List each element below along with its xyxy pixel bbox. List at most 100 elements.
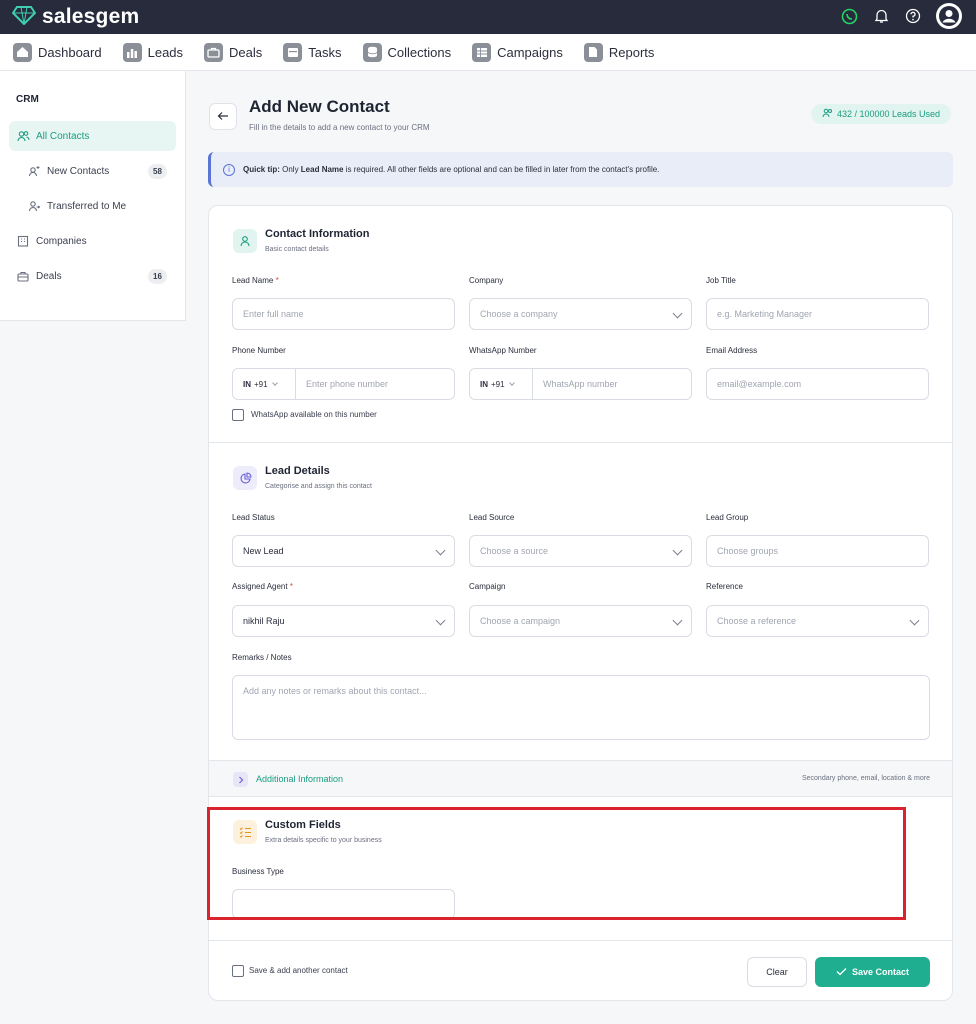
bell-icon[interactable] (872, 7, 890, 25)
sidebar-item-label: Companies (36, 235, 87, 247)
help-icon[interactable] (904, 7, 922, 25)
tip-prefix: Quick tip: (243, 165, 280, 174)
country-code-select[interactable]: IN +91 (470, 369, 533, 399)
nav-dashboard[interactable]: Dashboard (13, 42, 102, 62)
usage-text: 432 / 100000 Leads Used (836, 109, 941, 119)
reference-select[interactable]: Choose a reference (706, 605, 929, 637)
lead-name-input[interactable]: Enter full name (232, 298, 455, 330)
placeholder: Choose a company (480, 309, 558, 319)
placeholder: e.g. Marketing Manager (717, 309, 813, 319)
remarks-label: Remarks / Notes (232, 653, 292, 662)
nav-label: Deals (229, 44, 263, 60)
nav-leads[interactable]: Leads (122, 42, 184, 62)
section-subtitle: Basic contact details (265, 246, 329, 253)
chevron-down-icon (508, 380, 515, 386)
pie-chart-icon (233, 466, 257, 490)
sidebar-item-label: Transferred to Me (47, 200, 127, 212)
chevron-down-icon (435, 615, 446, 626)
nav-label: Reports (608, 44, 655, 60)
nav-label: Dashboard (38, 44, 102, 60)
nav-label: Campaigns (497, 44, 563, 60)
additional-info-toggle[interactable]: Additional Information Secondary phone, … (209, 760, 952, 797)
lead-name-label: Lead Name * (232, 276, 279, 285)
campaign-label: Campaign (469, 582, 506, 591)
sidebar-item-deals[interactable]: Deals 16 (9, 261, 176, 291)
whatsapp-input[interactable]: IN +91 WhatsApp number (469, 368, 692, 400)
save-another-label: Save & add another contact (249, 966, 348, 975)
whatsapp-icon[interactable] (840, 7, 858, 25)
sidebar-item-transferred[interactable]: Transferred to Me (9, 191, 176, 221)
leads-usage-badge: 432 / 100000 Leads Used (811, 104, 951, 124)
chevron-down-icon (672, 615, 683, 626)
selected-value: nikhil Raju (243, 616, 285, 626)
selected-value: New Lead (243, 546, 284, 556)
contact-person-icon (233, 229, 257, 253)
placeholder: email@example.com (717, 379, 802, 389)
section-subtitle: Categorise and assign this contact (265, 483, 373, 490)
sidebar-title: CRM (16, 94, 39, 105)
save-another-checkbox[interactable] (232, 965, 244, 977)
campaign-select[interactable]: Choose a campaign (469, 605, 692, 637)
briefcase-icon (16, 269, 30, 283)
top-bar: salesgem (0, 0, 976, 34)
user-avatar-icon[interactable] (936, 3, 962, 29)
country-code-select[interactable]: IN +91 (233, 369, 296, 399)
chevron-down-icon (909, 615, 920, 626)
brand-logo[interactable]: salesgem (11, 4, 140, 30)
nav-reports[interactable]: Reports (583, 42, 655, 62)
contact-form-card: Contact Information Basic contact detail… (208, 205, 953, 1001)
clear-button[interactable]: Clear (747, 957, 807, 987)
check-icon (836, 967, 847, 978)
chevron-down-icon (271, 380, 278, 386)
job-title-label: Job Title (706, 276, 736, 285)
placeholder: Choose a source (480, 546, 549, 556)
remarks-textarea[interactable]: Add any notes or remarks about this cont… (232, 675, 930, 740)
company-select[interactable]: Choose a company (469, 298, 692, 330)
reference-label: Reference (706, 582, 743, 591)
sidebar-item-new-contacts[interactable]: New Contacts 58 (9, 156, 176, 186)
brand-name: salesgem (42, 5, 140, 28)
phone-input[interactable]: IN +91 Enter phone number (232, 368, 455, 400)
chevron-right-icon (233, 772, 248, 787)
section-title: Custom Fields (265, 819, 341, 831)
nav-collections[interactable]: Collections (362, 42, 451, 62)
additional-info-hint: Secondary phone, email, location & more (801, 775, 930, 782)
chevron-down-icon (672, 308, 683, 319)
database-icon (362, 42, 382, 62)
gem-icon (11, 5, 37, 30)
save-contact-button[interactable]: Save Contact (815, 957, 930, 987)
business-type-input[interactable] (232, 889, 455, 919)
assigned-agent-label: Assigned Agent * (232, 582, 293, 591)
briefcase-icon (204, 42, 224, 62)
sidebar-item-companies[interactable]: Companies (9, 226, 176, 256)
nav-label: Leads (147, 44, 184, 60)
nav-tasks[interactable]: Tasks (283, 42, 342, 62)
sidebar-item-label: All Contacts (36, 130, 90, 142)
job-title-input[interactable]: e.g. Marketing Manager (706, 298, 929, 330)
placeholder: Enter phone number (306, 379, 389, 389)
lead-status-select[interactable]: New Lead (232, 535, 455, 567)
nav-deals[interactable]: Deals (204, 42, 263, 62)
building-icon (16, 234, 30, 248)
section-subtitle: Extra details specific to your business (265, 837, 382, 844)
sidebar-item-all-contacts[interactable]: All Contacts (9, 121, 176, 151)
button-label: Save Contact (851, 967, 910, 977)
tip-text-2: is required. All other fields are option… (343, 165, 660, 174)
checklist-icon (233, 820, 257, 844)
lead-status-label: Lead Status (232, 513, 275, 522)
placeholder: Enter full name (243, 309, 304, 319)
page-title: Add New Contact (249, 97, 390, 116)
lead-source-label: Lead Source (469, 513, 515, 522)
lead-group-select[interactable]: Choose groups (706, 535, 929, 567)
lead-source-select[interactable]: Choose a source (469, 535, 692, 567)
arrow-left-icon (217, 108, 229, 126)
users-icon (16, 129, 30, 143)
assigned-agent-select[interactable]: nikhil Raju (232, 605, 455, 637)
email-input[interactable]: email@example.com (706, 368, 929, 400)
sidebar: CRM All Contacts New Contacts 58 Transfe… (0, 71, 186, 321)
document-icon (583, 42, 603, 62)
whatsapp-available-checkbox[interactable] (232, 409, 244, 421)
nav-campaigns[interactable]: Campaigns (472, 42, 563, 62)
placeholder: Choose groups (717, 546, 779, 556)
back-button[interactable] (209, 103, 237, 130)
